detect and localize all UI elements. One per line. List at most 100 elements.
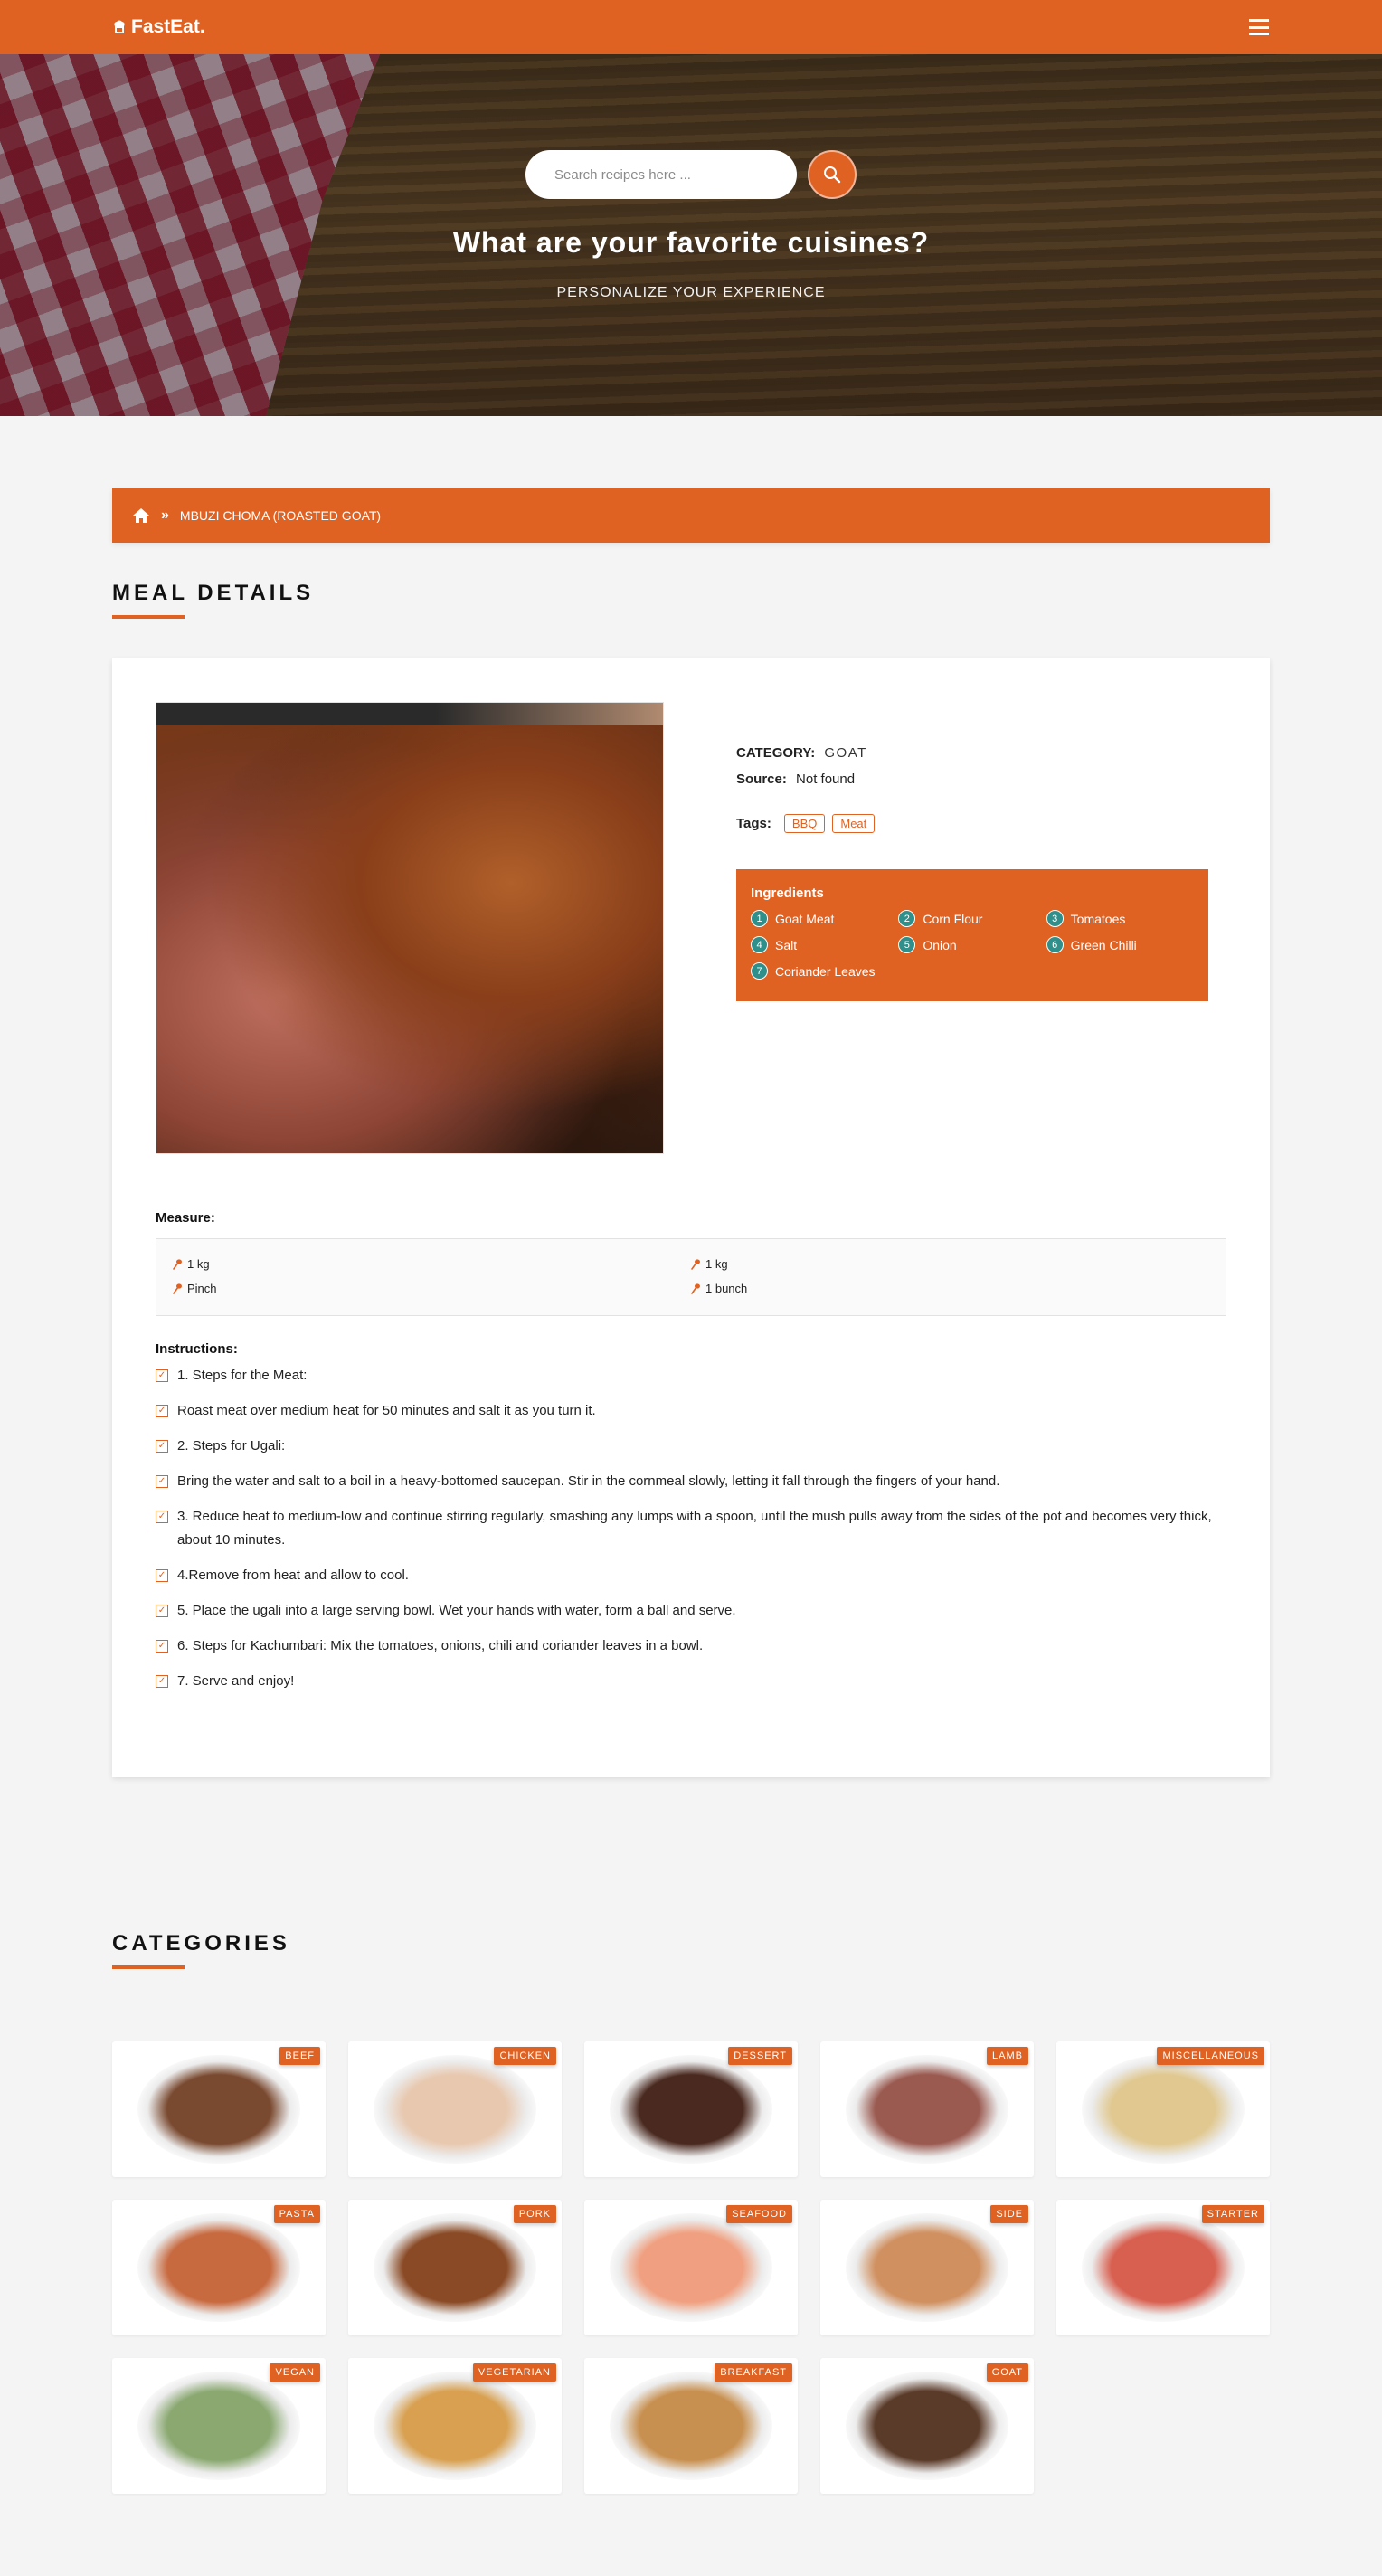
search-button[interactable] [808, 150, 857, 199]
search-bar [525, 150, 857, 199]
source-label: Source: [736, 772, 787, 787]
category-badge: BREAKFAST [715, 2363, 792, 2382]
tags-label: Tags: [736, 816, 771, 831]
category-badge: VEGETARIAN [472, 2363, 556, 2382]
meal-details-title: MEAL DETAILS [112, 581, 315, 605]
hamburger-menu-icon[interactable] [1249, 19, 1269, 35]
ingredient-item: 1 Goat Meat [751, 910, 898, 927]
category-image [610, 2213, 772, 2322]
meal-image [156, 702, 664, 1154]
checkbox-checked-icon: ✓ [156, 1640, 168, 1653]
category-badge: LAMB [987, 2047, 1028, 2065]
category-image [846, 2372, 1008, 2480]
category-badge: PASTA [273, 2205, 320, 2223]
ingredients-panel: Ingredients 1 Goat Meat 2 Corn Flour 3 Toma… [736, 869, 1208, 1001]
category-badge: PORK [513, 2205, 556, 2223]
breadcrumb-current: MBUZI CHOMA (ROASTED GOAT) [179, 508, 382, 523]
ingredient-number: 7 [751, 962, 768, 980]
ingredients-title: Ingredients [751, 886, 824, 901]
hero-title: What are your favorite cuisines? [452, 226, 930, 259]
category-card-beef[interactable]: BEEF [112, 2041, 326, 2177]
category-card-miscellaneous[interactable]: MISCELLANEOUS [1056, 2041, 1270, 2177]
search-input[interactable] [525, 150, 797, 199]
categories-title: CATEGORIES [112, 1931, 290, 1956]
spoon-icon [173, 1283, 182, 1294]
category-card-starter[interactable]: STARTER [1056, 2200, 1270, 2335]
instructions-list: ✓ 1. Steps for the Meat: ✓ Roast meat over… [156, 1364, 1226, 1693]
main-content: » MBUZI CHOMA (ROASTED GOAT) MEAL DETAIL… [112, 488, 1270, 2575]
category-badge: SIDE [990, 2205, 1028, 2223]
category-image [610, 2055, 772, 2164]
ingredient-name: Onion [923, 937, 957, 952]
instruction-item: ✓ 6. Steps for Kachumbari: Mix the tomato… [156, 1634, 1226, 1658]
category-image [137, 2055, 300, 2164]
category-badge: MISCELLANEOUS [1157, 2047, 1264, 2065]
instruction-item: ✓ Roast meat over medium heat for 50 minu… [156, 1399, 1226, 1423]
ingredient-name: Tomatoes [1070, 911, 1126, 926]
brand-name: FastEat. [131, 16, 205, 37]
brand-logo[interactable]: FastEat. [113, 16, 205, 38]
hero-banner: What are your favorite cuisines? PERSONA… [0, 54, 1382, 416]
ingredient-name: Salt [775, 937, 798, 952]
category-image [1082, 2213, 1245, 2322]
category-card-goat[interactable]: GOAT [820, 2358, 1034, 2494]
category-card-pork[interactable]: PORK [348, 2200, 562, 2335]
ingredient-item: 7 Coriander Leaves [751, 962, 898, 980]
category-badge: GOAT [986, 2363, 1028, 2382]
category-card-vegan[interactable]: VEGAN [112, 2358, 326, 2494]
category-badge: STARTER [1201, 2205, 1264, 2223]
chef-hat-icon [114, 20, 125, 33]
spoon-icon [691, 1283, 700, 1294]
ingredient-number: 4 [751, 936, 768, 953]
ingredient-name: Goat Meat [775, 911, 835, 926]
category-card-breakfast[interactable]: BREAKFAST [584, 2358, 798, 2494]
title-underline [112, 1965, 185, 1969]
category-card-lamb[interactable]: LAMB [820, 2041, 1034, 2177]
category-card-side[interactable]: SIDE [820, 2200, 1034, 2335]
instruction-item: ✓ 2. Steps for Ugali: [156, 1435, 1226, 1458]
tag-bbq[interactable]: BBQ [783, 814, 826, 833]
category-card-vegetarian[interactable]: VEGETARIAN [348, 2358, 562, 2494]
checkbox-checked-icon: ✓ [156, 1569, 168, 1582]
hero-subtitle: PERSONALIZE YOUR EXPERIENCE [556, 285, 826, 300]
category-image [374, 2213, 536, 2322]
category-card-seafood[interactable]: SEAFOOD [584, 2200, 798, 2335]
checkbox-checked-icon: ✓ [156, 1405, 168, 1417]
meal-info: CATEGORY: GOAT Source: Not found Tags: B… [736, 702, 1208, 1154]
category-image [610, 2372, 772, 2480]
ingredient-item: 4 Salt [751, 936, 898, 953]
categories-grid: BEEF CHICKEN DESSERT LAMB MISCELLANEOUS PASTA… [112, 2041, 1270, 2575]
category-image [137, 2213, 300, 2322]
ingredient-number: 1 [751, 910, 768, 927]
instruction-item: ✓ 3. Reduce heat to medium-low and contin… [156, 1505, 1226, 1552]
ingredient-item: 2 Corn Flour [898, 910, 1046, 927]
ingredient-item: 6 Green Chilli [1046, 936, 1194, 953]
checkbox-checked-icon: ✓ [156, 1369, 168, 1382]
category-card-dessert[interactable]: DESSERT [584, 2041, 798, 2177]
instructions-label: Instructions: [156, 1341, 238, 1357]
category-image [1082, 2055, 1245, 2164]
ingredient-item: 3 Tomatoes [1046, 910, 1194, 927]
category-card-pasta[interactable]: PASTA [112, 2200, 326, 2335]
category-badge: BEEF [279, 2047, 320, 2065]
instruction-item: ✓ 5. Place the ugali into a large serving… [156, 1599, 1226, 1623]
category-value[interactable]: GOAT [824, 745, 866, 761]
category-card-chicken[interactable]: CHICKEN [348, 2041, 562, 2177]
measure-item: 1 kg [691, 1257, 1209, 1271]
checkbox-checked-icon: ✓ [156, 1440, 168, 1453]
tags: Tags: BBQ Meat [736, 814, 1208, 833]
spoon-icon [173, 1258, 182, 1270]
checkbox-checked-icon: ✓ [156, 1675, 168, 1688]
ingredient-name: Coriander Leaves [775, 963, 876, 979]
ingredient-number: 3 [1046, 910, 1064, 927]
home-icon[interactable] [132, 507, 150, 524]
instruction-item: ✓ Bring the water and salt to a boil in a… [156, 1470, 1226, 1493]
ingredient-number: 2 [898, 910, 916, 927]
category-image [374, 2055, 536, 2164]
ingredient-name: Green Chilli [1070, 937, 1137, 952]
measure-item: 1 bunch [691, 1282, 1209, 1295]
ingredient-name: Corn Flour [923, 911, 983, 926]
tag-meat[interactable]: Meat [832, 814, 876, 833]
category-image [846, 2213, 1008, 2322]
checkbox-checked-icon: ✓ [156, 1511, 168, 1523]
